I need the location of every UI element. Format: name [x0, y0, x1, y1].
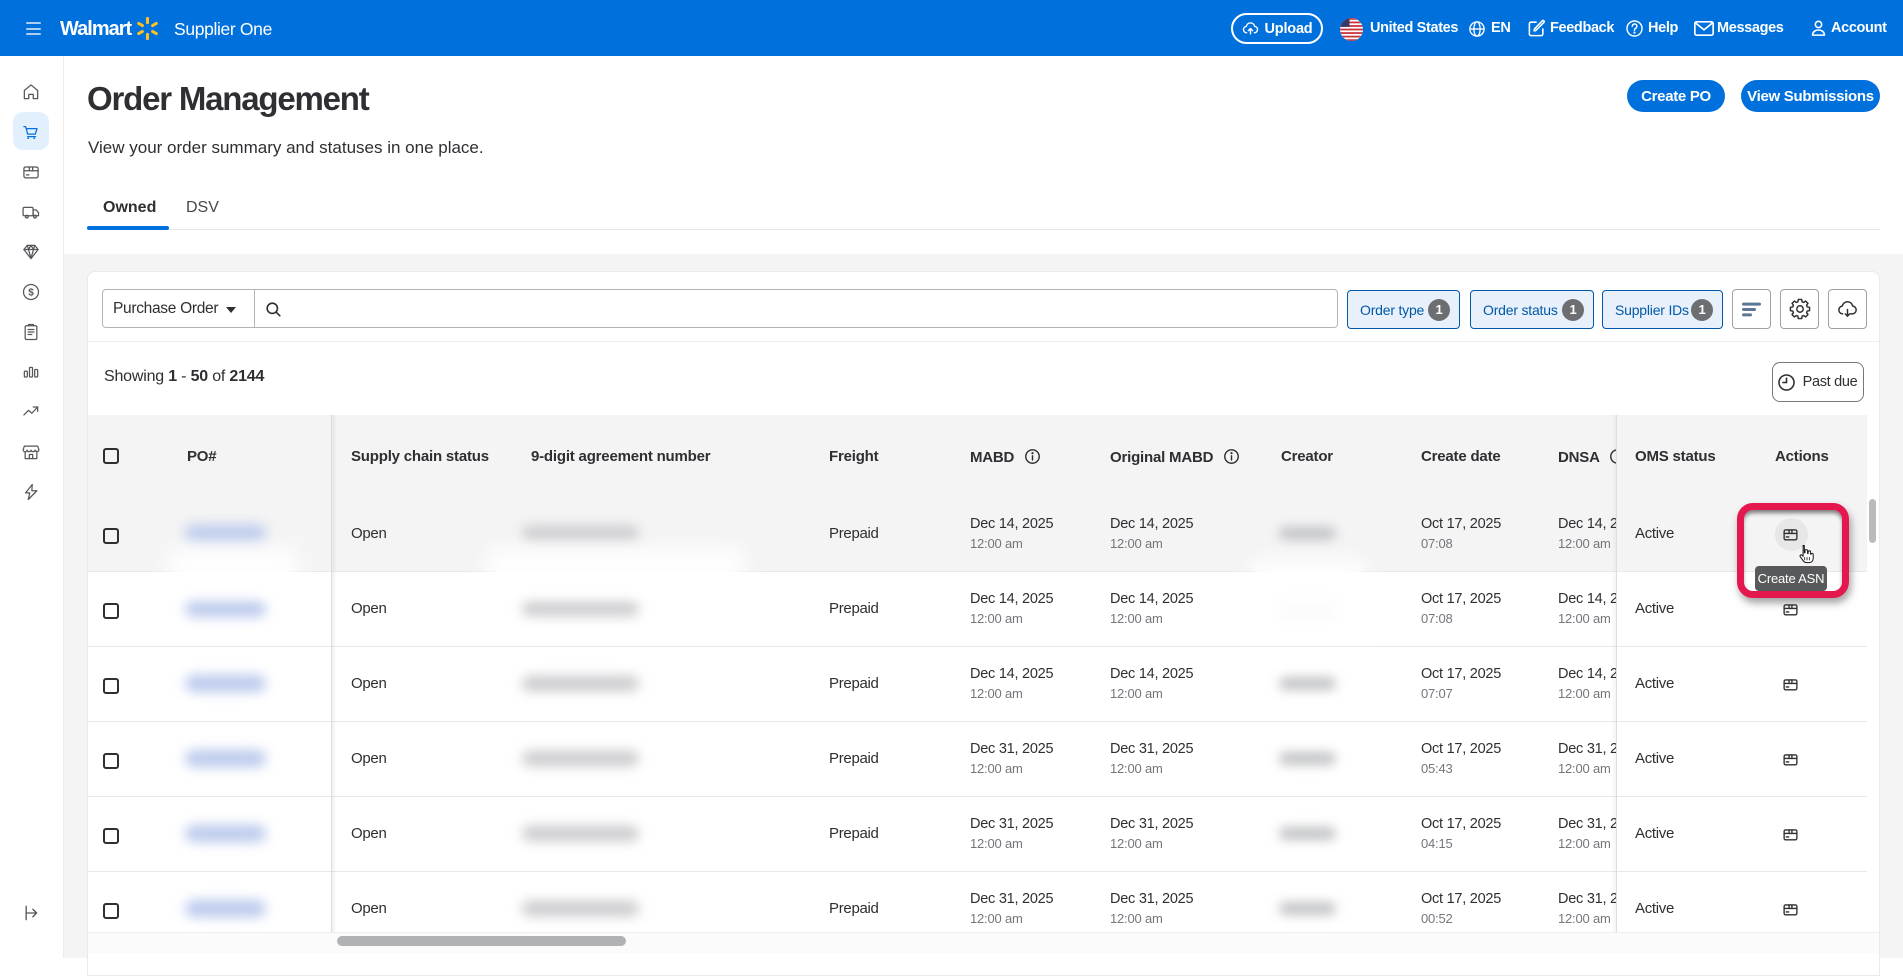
svg-text:$: $ [28, 288, 34, 299]
